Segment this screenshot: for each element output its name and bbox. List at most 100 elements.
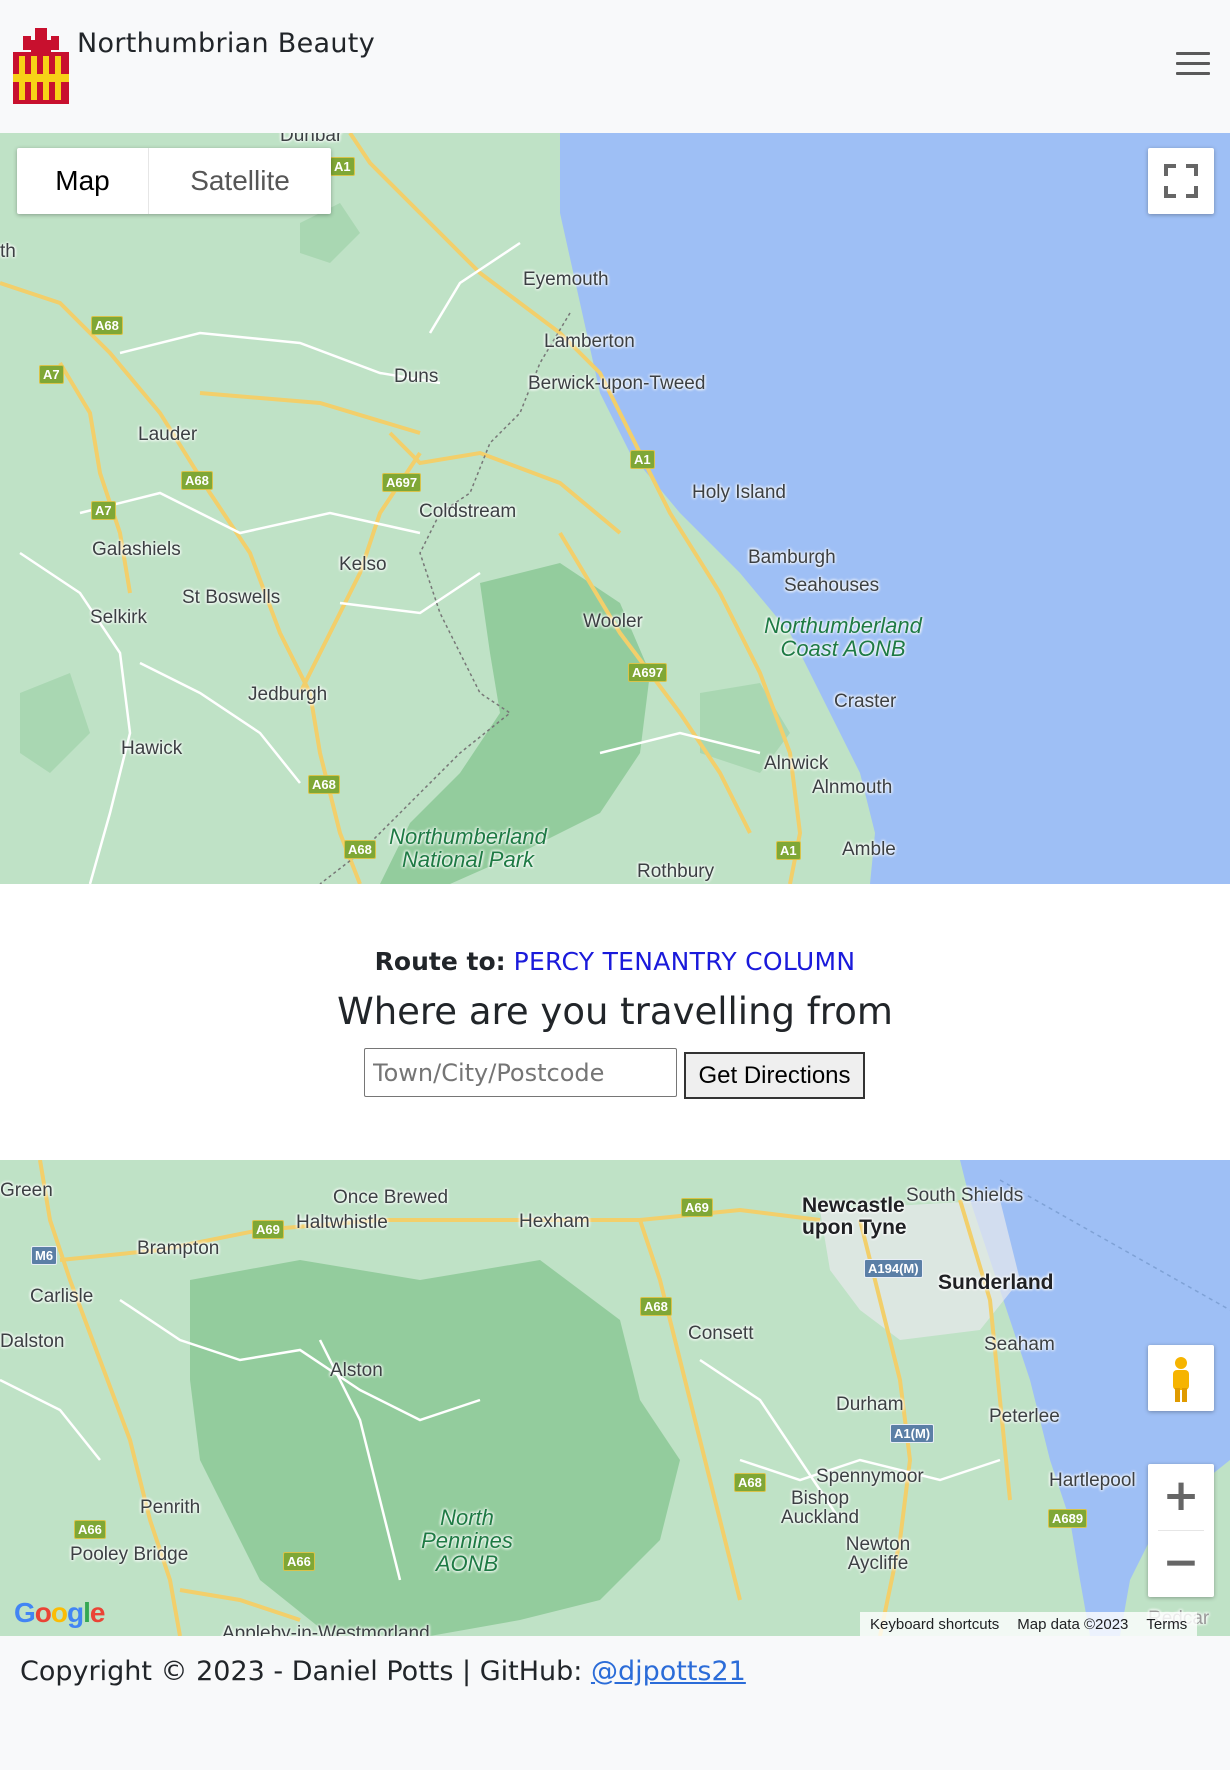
copyright-text: Copyright © 2023 - Daniel Potts | GitHub… [20, 1656, 591, 1687]
road-shield: A689 [1048, 1509, 1088, 1528]
route-heading: Where are you travelling from [337, 990, 893, 1033]
map-place-label: South Shields [906, 1185, 1024, 1206]
map-place-label: Galashiels [92, 539, 181, 560]
fullscreen-icon[interactable] [1148, 148, 1214, 214]
map-place-label: Kelso [339, 554, 387, 575]
map-place-label: Newton Aycliffe [845, 1534, 911, 1574]
navbar: Northumbrian Beauty [0, 0, 1230, 133]
map-place-label: Appleby-in-Westmorland [222, 1623, 430, 1636]
map-bottom[interactable]: Green Once Brewed Haltwhistle Hexham New… [0, 1160, 1230, 1636]
road-shield: A1 [630, 450, 655, 469]
google-logo[interactable]: Google [14, 1597, 105, 1629]
street-view-pegman-icon[interactable] [1148, 1345, 1214, 1411]
terms-link[interactable]: Terms [1146, 1612, 1187, 1638]
road-shield: A68 [344, 840, 376, 859]
map-place-label: Dunbar [280, 133, 343, 146]
map-place-label: Consett [688, 1323, 754, 1344]
zoom-control: + − [1148, 1464, 1214, 1597]
footer-text: Copyright © 2023 - Daniel Potts | GitHub… [20, 1656, 746, 1687]
road-shield: A697 [382, 473, 422, 492]
map-place-label: Green [0, 1180, 53, 1201]
map-place-label: Penrith [140, 1497, 201, 1518]
map-place-label: Seaham [984, 1334, 1055, 1355]
map-place-label: Peterlee [989, 1406, 1060, 1427]
map-place-label: Alnwick [764, 753, 829, 774]
map-place-label: Alnmouth [812, 777, 893, 798]
map-place-label: Eyemouth [523, 269, 609, 290]
map-place-label: Berwick-upon-Tweed [528, 373, 706, 394]
road-shield: A1 [776, 841, 801, 860]
map-place-label: Sunderland [938, 1271, 1054, 1294]
map-place-label: Spennymoor [816, 1466, 924, 1487]
road-shield: A7 [91, 501, 116, 520]
road-shield: A69 [681, 1198, 713, 1217]
get-directions-button[interactable]: Get Directions [684, 1052, 865, 1099]
map-place-label: Rothbury [637, 861, 715, 882]
map-place-label: th [0, 241, 16, 262]
map-place-label: Jedburgh [248, 684, 328, 705]
keyboard-shortcuts-link[interactable]: Keyboard shortcuts [870, 1612, 999, 1638]
map-top[interactable]: Dunbar Eyemouth Lamberton Duns Berwick-u… [0, 133, 1230, 884]
map-park-label: North Pennines AONB [421, 1505, 513, 1576]
map-data-label: Map data ©2023 [1017, 1616, 1129, 1633]
map-place-label: Carlisle [30, 1286, 94, 1307]
route-destination-line: Route to: PERCY TENANTRY COLUMN [0, 947, 1230, 976]
road-shield: A697 [628, 663, 668, 682]
footer: Copyright © 2023 - Daniel Potts | GitHub… [0, 1636, 1230, 1770]
map-type-map-button[interactable]: Map [17, 148, 149, 214]
route-prefix: Route to: [374, 947, 506, 976]
zoom-in-icon[interactable]: + [1148, 1464, 1214, 1530]
map-place-label: Once Brewed [333, 1187, 449, 1208]
map-place-label: Lauder [138, 424, 198, 445]
map-place-label: Coldstream [419, 501, 517, 522]
map-attribution: Keyboard shortcuts Map data ©2023 Terms [860, 1612, 1198, 1638]
hamburger-menu-icon[interactable] [1176, 50, 1210, 78]
road-shield: A1 [330, 157, 355, 176]
route-destination: PERCY TENANTRY COLUMN [513, 947, 856, 976]
map-place-label: St Boswells [182, 587, 281, 608]
road-shield: A1(M) [890, 1424, 935, 1443]
map-place-label: Bamburgh [748, 547, 836, 568]
road-shield: A66 [74, 1520, 106, 1539]
map-type-satellite-button[interactable]: Satellite [149, 148, 331, 214]
road-shield: A7 [39, 365, 64, 384]
map-place-label: Hexham [519, 1211, 590, 1232]
road-shield: A66 [283, 1552, 315, 1571]
map-place-label: Seahouses [784, 575, 880, 596]
map-top-canvas [0, 133, 1230, 884]
road-shield: A68 [640, 1297, 672, 1316]
northumberland-flag-castle-icon[interactable] [11, 26, 71, 106]
zoom-out-icon[interactable]: − [1148, 1531, 1214, 1597]
origin-input[interactable] [364, 1048, 677, 1097]
map-park-label: Northumberland Coast AONB [764, 613, 922, 661]
route-section: Route to: PERCY TENANTRY COLUMN Where ar… [0, 884, 1230, 1160]
map-place-label: Pooley Bridge [70, 1544, 189, 1565]
map-place-label: Brampton [137, 1238, 220, 1259]
brand-name[interactable]: Northumbrian Beauty [77, 28, 375, 59]
map-place-label: Hartlepool [1049, 1470, 1136, 1491]
map-place-label: Amble [842, 839, 896, 860]
map-place-label: Lamberton [544, 331, 635, 352]
map-place-label: Durham [836, 1394, 904, 1415]
map-park-label: Northumberland National Park [389, 824, 547, 872]
github-link[interactable]: @djpotts21 [591, 1656, 746, 1687]
road-shield: A194(M) [864, 1259, 923, 1278]
road-shield: M6 [31, 1246, 58, 1265]
road-shield: A68 [181, 471, 213, 490]
map-place-label: Craster [834, 691, 897, 712]
map-place-label: Wooler [583, 611, 643, 632]
map-place-label: Alston [330, 1360, 383, 1381]
map-place-label: Bishop Auckland [780, 1488, 860, 1528]
map-place-label: Hawick [121, 738, 183, 759]
map-place-label: Duns [394, 366, 439, 387]
map-place-label: Holy Island [692, 482, 786, 503]
map-place-label: Dalston [0, 1331, 65, 1352]
map-place-label: Selkirk [90, 607, 148, 628]
road-shield: A68 [734, 1473, 766, 1492]
map-type-control: Map Satellite [17, 148, 331, 214]
map-place-label: Haltwhistle [296, 1212, 388, 1233]
road-shield: A69 [252, 1220, 284, 1239]
road-shield: A68 [308, 775, 340, 794]
map-place-label: Newcastle upon Tyne [802, 1194, 907, 1239]
road-shield: A68 [91, 316, 123, 335]
